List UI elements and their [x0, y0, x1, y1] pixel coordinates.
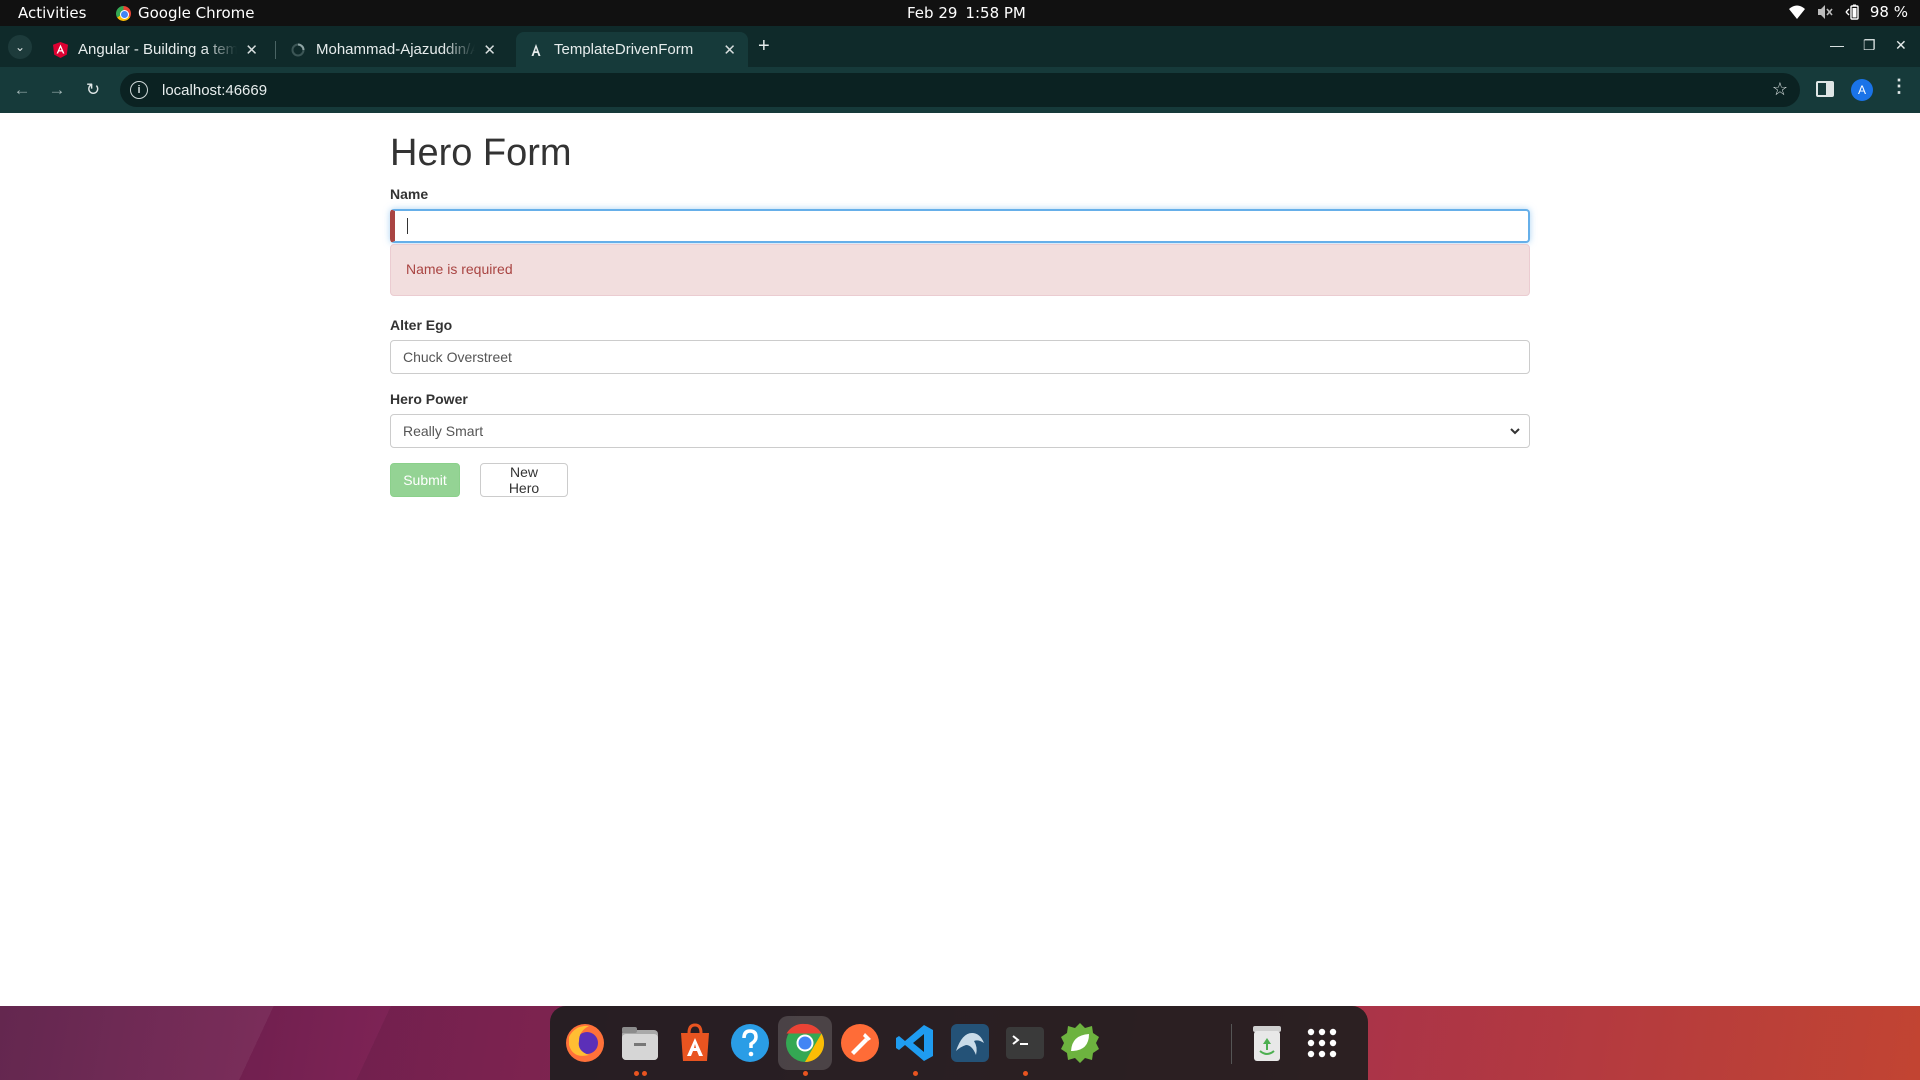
profile-avatar[interactable]: A [1851, 79, 1873, 101]
help-icon [731, 1024, 769, 1062]
browser-toolbar: ← → ↻ i localhost:46669 ☆ A ⋮ [0, 67, 1920, 113]
name-required-alert: Name is required [390, 244, 1530, 296]
name-label: Name [390, 186, 429, 202]
spring-tools-icon [1061, 1023, 1099, 1063]
reload-icon[interactable]: ↻ [81, 78, 105, 102]
dock-spring-tools[interactable] [1053, 1016, 1107, 1070]
angular-logo-icon [52, 41, 68, 58]
dock-help[interactable] [723, 1016, 777, 1070]
minimize-window-icon[interactable]: — [1830, 37, 1844, 53]
wifi-icon [1788, 5, 1805, 19]
battery-icon [1845, 4, 1859, 20]
dock-postman[interactable] [833, 1016, 887, 1070]
clock-date: Feb 29 [907, 4, 958, 22]
chevron-down-icon: ⌄ [14, 40, 26, 54]
activities-button[interactable]: Activities [18, 4, 86, 22]
address-bar-url[interactable]: localhost:46669 [162, 82, 267, 99]
running-indicator [1023, 1071, 1028, 1076]
dock-firefox[interactable] [558, 1016, 612, 1070]
tab-label: Angular - Building a template-driven for… [78, 41, 238, 58]
tab-search-button[interactable]: ⌄ [8, 35, 32, 59]
dock [550, 1006, 1368, 1080]
dock-mysql-workbench[interactable] [943, 1016, 997, 1070]
restore-window-icon[interactable]: ❐ [1863, 37, 1876, 54]
hero-power-select[interactable]: Really Smart [390, 414, 1530, 448]
new-tab-plus-icon[interactable]: + [758, 36, 770, 56]
dock-separator [1231, 1024, 1232, 1064]
back-arrow-icon[interactable]: ← [10, 78, 34, 102]
postman-icon [841, 1024, 879, 1062]
files-icon [622, 1027, 658, 1060]
app-menu-label: Google Chrome [138, 4, 255, 22]
dock-files[interactable] [613, 1016, 667, 1076]
running-indicator [634, 1071, 639, 1076]
name-error-message: Name is required [406, 261, 513, 277]
dock-show-apps[interactable] [1295, 1016, 1349, 1070]
hero-power-label: Hero Power [390, 391, 468, 407]
kebab-menu-icon[interactable]: ⋮ [1890, 77, 1908, 95]
address-bar[interactable]: i localhost:46669 ☆ [120, 73, 1800, 107]
dock-chrome[interactable] [778, 1016, 832, 1076]
firefox-icon [566, 1024, 604, 1062]
page-viewport: Hero Form Name Name is required Alter Eg… [0, 113, 1920, 1006]
tab-angular-docs[interactable]: Angular - Building a template-driven for… [40, 32, 270, 67]
running-indicator [803, 1071, 808, 1076]
tab-separator [275, 41, 276, 59]
text-caret [407, 218, 408, 234]
page-title: Hero Form [390, 132, 572, 174]
app-center-icon [681, 1023, 709, 1061]
side-panel-icon[interactable] [1816, 81, 1834, 97]
trash-icon [1253, 1026, 1281, 1061]
system-tray[interactable]: 98 % [1788, 3, 1908, 21]
dock-app-center[interactable] [668, 1016, 722, 1070]
chevron-down-icon [1510, 428, 1520, 435]
mysql-workbench-icon [951, 1024, 989, 1062]
running-indicator [913, 1071, 918, 1076]
close-tab-icon[interactable]: ✕ [245, 41, 258, 59]
tab-template-driven-form[interactable]: TemplateDrivenForm ✕ [516, 32, 748, 67]
browser-tab-strip: ⌄ Angular - Building a template-driven f… [0, 26, 1920, 67]
clock[interactable]: Feb 29 1:58 PM [907, 4, 1026, 22]
name-input[interactable] [390, 209, 1530, 243]
forward-arrow-icon[interactable]: → [45, 78, 69, 102]
bookmark-star-icon[interactable]: ☆ [1772, 79, 1788, 100]
close-window-icon[interactable]: ✕ [1895, 37, 1907, 54]
system-top-bar: Activities Google Chrome Feb 29 1:58 PM … [0, 0, 1920, 26]
battery-percentage: 98 % [1869, 3, 1908, 21]
hero-power-selected: Really Smart [403, 423, 484, 439]
site-info-icon[interactable]: i [130, 81, 148, 99]
chrome-app-icon [116, 5, 131, 21]
tab-label: TemplateDrivenForm [554, 41, 694, 58]
alter-ego-input[interactable]: Chuck Overstreet [390, 340, 1530, 374]
chrome-icon [786, 1023, 825, 1062]
new-hero-button[interactable]: New Hero [480, 463, 568, 497]
alter-ego-input-value: Chuck Overstreet [403, 349, 512, 365]
app-menu[interactable]: Google Chrome [116, 4, 255, 22]
alter-ego-label: Alter Ego [390, 317, 453, 333]
tab-github-repo[interactable]: Mohammad-Ajazuddin/Angular ✕ [278, 32, 508, 67]
submit-button[interactable]: Submit [390, 463, 460, 497]
running-indicator [642, 1071, 647, 1076]
close-tab-icon[interactable]: ✕ [723, 41, 736, 59]
dock-vscode[interactable] [888, 1016, 942, 1076]
volume-muted-icon [1817, 5, 1833, 19]
loading-spinner-icon [290, 42, 306, 58]
dock-trash[interactable] [1240, 1016, 1294, 1070]
dock-terminal[interactable] [998, 1016, 1052, 1076]
angular-app-icon [528, 42, 544, 58]
terminal-icon [1006, 1027, 1044, 1059]
clock-time: 1:58 PM [965, 4, 1026, 22]
close-tab-icon[interactable]: ✕ [483, 41, 496, 59]
show-apps-icon [1307, 1028, 1337, 1058]
vscode-icon [896, 1025, 933, 1061]
tab-label: Mohammad-Ajazuddin/Angular [316, 41, 476, 58]
